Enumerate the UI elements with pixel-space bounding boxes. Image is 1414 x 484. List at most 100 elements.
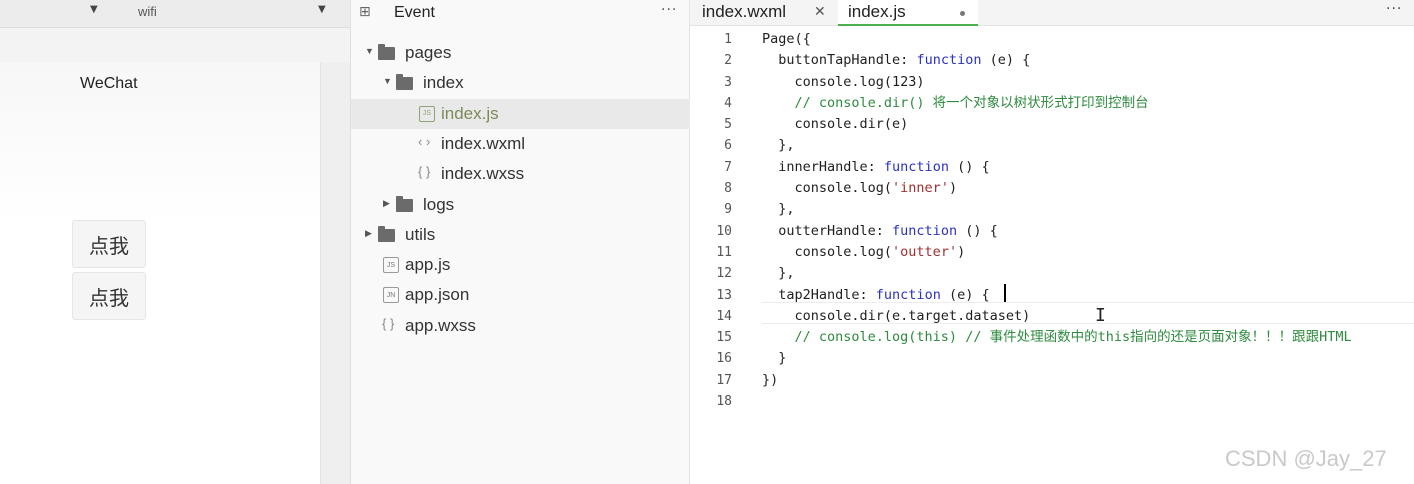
code-token: buttonTapHandle: xyxy=(762,52,917,69)
collapse-arrow-icon[interactable]: ▶ xyxy=(365,228,372,239)
collapse-arrow-icon[interactable]: ▶ xyxy=(383,198,390,209)
code-token: function xyxy=(916,52,982,69)
code-token: // console.dir() 将一个对象以树状形式打印到控制台 xyxy=(762,94,1149,111)
line-number: 14 xyxy=(716,308,732,324)
text-cursor-icon: I xyxy=(1095,305,1106,326)
line-number: 15 xyxy=(716,330,732,346)
folder-icon xyxy=(378,225,395,242)
wxml-file-icon: ‹ › xyxy=(418,133,431,149)
code-line: }, xyxy=(762,135,1414,156)
code-token: console.log( xyxy=(762,243,893,260)
code-token: }) xyxy=(762,371,779,388)
expand-arrow-icon[interactable]: ▼ xyxy=(365,46,374,56)
tree-item-index-wxss[interactable]: { } index.wxss xyxy=(351,159,691,189)
line-number: 17 xyxy=(716,372,732,388)
js-file-icon: JS xyxy=(419,105,435,122)
phone-screen: WeChat 点我 点我 xyxy=(0,62,320,484)
line-number: 18 xyxy=(716,394,732,410)
tree-item-label: app.json xyxy=(405,285,470,305)
tab-index-wxml[interactable]: index.wxml ✕ xyxy=(690,0,830,26)
code-token: console.log( xyxy=(762,180,893,197)
explorer-header: ⊞ Event ··· xyxy=(351,0,691,28)
tap-me-button-1[interactable]: 点我 xyxy=(72,220,146,268)
code-token: // console.log(this) // 事件处理函数中的this指向的还… xyxy=(762,329,1352,346)
line-number: 6 xyxy=(724,138,732,154)
simulator-toolbar: ▼ wifi ▼ xyxy=(0,0,350,28)
line-number: 5 xyxy=(724,117,732,133)
tab-label: index.wxml xyxy=(702,2,787,21)
expand-arrow-icon[interactable]: ▼ xyxy=(383,76,392,86)
line-number: 10 xyxy=(716,223,732,239)
code-token: 'inner' xyxy=(892,180,949,197)
code-token: }, xyxy=(762,265,795,282)
tree-item-index[interactable]: ▼ index xyxy=(351,68,691,98)
editor-tab-bar: index.wxml ✕ index.js ··· xyxy=(690,0,1414,26)
tree-item-label: logs xyxy=(423,194,455,214)
folder-icon xyxy=(396,195,413,212)
phone-navigation-bar: WeChat xyxy=(0,62,320,222)
code-token: (e) { xyxy=(981,52,1031,69)
watermark: CSDN @Jay_27 xyxy=(1225,446,1387,471)
code-token: Page({ xyxy=(762,31,811,47)
network-select[interactable]: wifi xyxy=(138,4,157,19)
tree-item-app-js[interactable]: JS app.js xyxy=(351,250,691,280)
phone-nav-title: WeChat xyxy=(80,75,138,92)
tab-index-js[interactable]: index.js xyxy=(838,0,978,26)
simulator-scrollbar[interactable] xyxy=(320,62,350,484)
code-line: innerHandle: function () { xyxy=(762,157,1414,178)
code-line: outterHandle: function () { xyxy=(762,221,1414,242)
line-number: 11 xyxy=(716,244,732,260)
code-line: // console.dir() 将一个对象以树状形式打印到控制台 xyxy=(762,93,1414,114)
line-number: 2 xyxy=(724,53,732,69)
code-area[interactable]: Page({ buttonTapHandle: function (e) { c… xyxy=(762,29,1414,412)
close-icon[interactable]: ✕ xyxy=(814,3,826,20)
tree-item-index-wxml[interactable]: ‹ › index.wxml xyxy=(351,129,691,159)
tree-item-label: index.wxss xyxy=(441,164,525,184)
line-number: 13 xyxy=(716,287,732,303)
tree-item-app-json[interactable]: JN app.json xyxy=(351,280,691,310)
wxss-file-icon: { } xyxy=(382,315,395,331)
code-line: }, xyxy=(762,199,1414,220)
line-number: 7 xyxy=(724,159,732,175)
folder-icon xyxy=(396,74,413,91)
code-token: console.log(123) xyxy=(762,73,925,90)
unsaved-dot-icon[interactable] xyxy=(960,11,965,16)
code-token: function xyxy=(875,286,941,303)
tap-me-button-2[interactable]: 点我 xyxy=(72,272,146,320)
code-token: } xyxy=(762,350,787,367)
device-dropdown-arrow-icon[interactable]: ▼ xyxy=(90,4,98,15)
tree-item-label: index.js xyxy=(441,103,499,123)
editor-more-icon[interactable]: ··· xyxy=(1386,1,1402,17)
code-token: ) xyxy=(948,180,958,197)
tree-item-label: app.wxss xyxy=(405,315,476,335)
tree-item-label: pages xyxy=(405,43,452,62)
line-number: 1 xyxy=(724,32,732,47)
tree-item-index-js[interactable]: JS index.js xyxy=(351,98,691,129)
code-line: // console.log(this) // 事件处理函数中的this指向的还… xyxy=(762,327,1414,348)
project-tree-icon: ⊞ xyxy=(359,4,371,20)
file-explorer: ⊞ Event ··· ▼ pages ▼ index JS index.js ‹ › ind… xyxy=(350,0,691,484)
code-editor: index.wxml ✕ index.js ··· 1 2 3 4 5 6 7 8 9 10 11 1… xyxy=(690,0,1414,484)
line-number: 4 xyxy=(724,95,732,111)
code-line: Page({ xyxy=(762,29,1414,50)
code-token: outterHandle: xyxy=(762,222,893,239)
explorer-more-icon[interactable]: ··· xyxy=(661,2,677,18)
code-token: ) xyxy=(957,243,966,260)
network-dropdown-arrow-icon[interactable]: ▼ xyxy=(318,4,326,15)
folder-icon xyxy=(378,44,395,60)
tree-item-pages[interactable]: ▼ pages xyxy=(351,38,691,68)
tree-item-utils[interactable]: ▶ utils xyxy=(351,220,691,250)
code-line: }, xyxy=(762,263,1414,284)
js-file-icon: JS xyxy=(383,257,399,274)
code-line: console.dir(e) xyxy=(762,114,1414,135)
tree-item-app-wxss[interactable]: { } app.wxss xyxy=(351,311,691,341)
code-line: console.log('outter') xyxy=(762,242,1414,263)
code-token: }, xyxy=(762,201,795,218)
line-number: 12 xyxy=(716,266,732,282)
code-token: function xyxy=(892,222,958,239)
code-line: console.log(123) xyxy=(762,72,1414,93)
json-file-icon: JN xyxy=(383,287,399,304)
code-line: buttonTapHandle: function (e) { xyxy=(762,50,1414,71)
code-line: tap2Handle: function (e) { xyxy=(762,285,1414,306)
tree-item-logs[interactable]: ▶ logs xyxy=(351,190,691,220)
